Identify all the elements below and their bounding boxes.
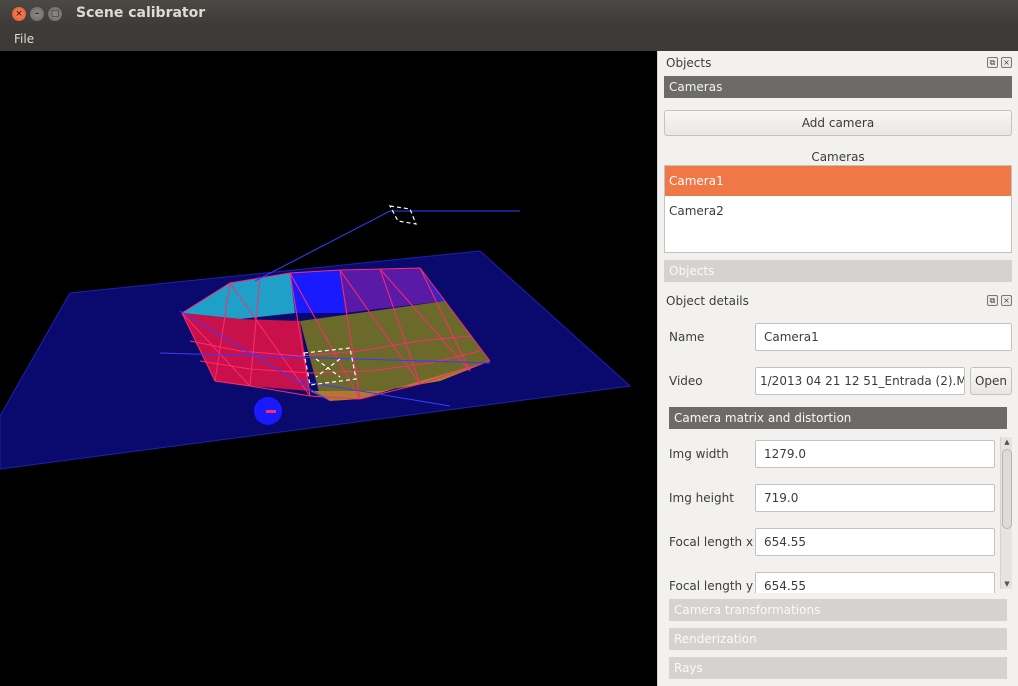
objects-dock-title: Objects [666, 56, 712, 70]
scroll-down-icon[interactable]: ▼ [1001, 579, 1012, 589]
focal-length-x-field[interactable]: 654.55 [755, 528, 995, 556]
img-width-field[interactable]: 1279.0 [755, 440, 995, 468]
img-height-field[interactable]: 719.0 [755, 484, 995, 512]
camera-gizmo-far [388, 205, 417, 225]
img-height-label: Img height [669, 491, 734, 505]
scene-render [0, 205, 632, 470]
open-video-button[interactable]: Open [970, 367, 1012, 395]
rays-section-header[interactable]: Rays [669, 657, 1007, 679]
details-dock-title: Object details [666, 294, 749, 308]
bowl-back-blue [290, 270, 345, 313]
camera-list-item[interactable]: Camera2 [665, 196, 1011, 226]
window-close-button[interactable]: × [12, 7, 26, 21]
side-panel: Objects ⧉ × Cameras Add camera Cameras C… [657, 51, 1018, 686]
window-maximize-button[interactable]: ▢ [48, 7, 62, 21]
cameras-list-caption: Cameras [811, 150, 865, 164]
details-dock-buttons: ⧉ × [987, 295, 1013, 307]
focal-length-y-field[interactable]: 654.55 [755, 572, 995, 593]
camera-transformations-section-header[interactable]: Camera transformations [669, 599, 1007, 621]
camera-matrix-fields: Img width 1279.0 Img height 719.0 Focal … [664, 433, 1012, 593]
name-label: Name [669, 330, 705, 344]
window-titlebar: × – ▢ Scene calibrator [0, 0, 1018, 28]
name-field[interactable]: Camera1 [755, 323, 1012, 351]
focal-length-y-label: Focal length y [669, 579, 754, 593]
cameras-section-header[interactable]: Cameras [664, 76, 1012, 98]
window-title: Scene calibrator [76, 5, 206, 21]
camera-list-item[interactable]: Camera1 [665, 166, 1011, 196]
dock-close-icon[interactable]: × [1001, 57, 1012, 68]
menu-file[interactable]: File [14, 32, 34, 46]
objects-dock-buttons: ⧉ × [987, 57, 1013, 69]
add-camera-button[interactable]: Add camera [664, 110, 1012, 136]
scroll-thumb[interactable] [1002, 449, 1012, 529]
scene-3d-viewport[interactable] [0, 51, 657, 686]
camera-matrix-section-header[interactable]: Camera matrix and distortion [669, 407, 1007, 429]
renderization-section-header[interactable]: Renderization [669, 628, 1007, 650]
img-width-label: Img width [669, 447, 729, 461]
dock-float-icon[interactable]: ⧉ [987, 57, 998, 68]
cameras-list[interactable]: Camera1 Camera2 [664, 165, 1012, 253]
dock-float-icon[interactable]: ⧉ [987, 295, 998, 306]
focal-length-x-label: Focal length x [669, 535, 754, 549]
video-label: Video [669, 374, 703, 388]
menubar: File [0, 28, 1018, 51]
fields-scrollbar[interactable]: ▲ ▼ [1000, 437, 1012, 589]
video-path-field[interactable]: 1/2013 04 21 12 51_Entrada (2).MP4 [755, 367, 965, 395]
dock-close-icon[interactable]: × [1001, 295, 1012, 306]
objects-section-header[interactable]: Objects [664, 260, 1012, 282]
scroll-up-icon[interactable]: ▲ [1001, 437, 1012, 447]
window-minimize-button[interactable]: – [30, 7, 44, 21]
